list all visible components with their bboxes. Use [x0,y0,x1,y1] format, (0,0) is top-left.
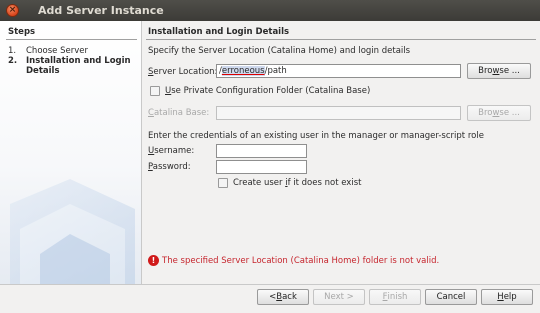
cancel-button[interactable]: Cancel [425,289,477,305]
finish-button[interactable]: Finish [369,289,421,305]
window-title: Add Server Instance [38,4,164,17]
catalina-base-input[interactable] [216,106,461,120]
error-message: ! The specified Server Location (Catalin… [148,255,439,266]
page-title: Installation and Login Details [148,27,290,37]
private-config-checkbox[interactable] [150,86,160,96]
header-divider [146,39,536,40]
next-button[interactable]: Next > [313,289,365,305]
invalid-path-segment: erroneous [221,66,265,76]
username-input[interactable] [216,144,307,158]
netbeans-watermark-icon [10,179,135,284]
create-user-checkbox-row[interactable]: Create user if it does not exist [218,178,361,188]
private-config-checkbox-row[interactable]: Use Private Configuration Folder (Catali… [150,86,370,96]
footer-divider [0,284,540,285]
private-config-label: Use Private Configuration Folder (Catali… [165,86,371,96]
help-button[interactable]: Help [481,289,533,305]
step-label: Choose Server [26,46,88,56]
error-icon: ! [148,255,159,266]
browse-server-location-button[interactable]: Bro w se ... [467,63,531,79]
browse-catalina-base-button[interactable]: Bro w se ... [467,105,531,121]
server-location-label: Server Location: [148,67,218,77]
title-bar: × Add Server Instance [0,0,540,21]
password-input[interactable] [216,160,307,174]
credentials-instructions: Enter the credentials of an existing use… [148,131,484,141]
create-user-label: Create user if it does not exist [233,178,362,188]
step-number: 2. [8,56,18,66]
step-installation-login-details: 2. Installation and Login Details [8,56,134,76]
window-close-button[interactable]: × [6,4,19,17]
step-number: 1. [8,46,17,56]
instructions-text: Specify the Server Location (Catalina Ho… [148,46,411,56]
create-user-checkbox[interactable] [218,178,228,188]
server-location-input[interactable]: / erroneous/path [216,64,461,78]
steps-divider [6,39,137,40]
close-icon: × [8,5,17,15]
catalina-base-label: Catalina Base: [148,108,210,118]
steps-panel: Steps 1. Choose Server 2. Installation a… [0,21,142,284]
username-label: Username: [148,146,195,156]
step-choose-server: 1. Choose Server [8,46,88,56]
back-button[interactable]: < Back [257,289,309,305]
password-label: Password: [148,162,191,172]
steps-heading: Steps [8,27,36,37]
step-label: Installation and Login Details [26,56,131,76]
error-text: The specified Server Location (Catalina … [162,255,440,266]
